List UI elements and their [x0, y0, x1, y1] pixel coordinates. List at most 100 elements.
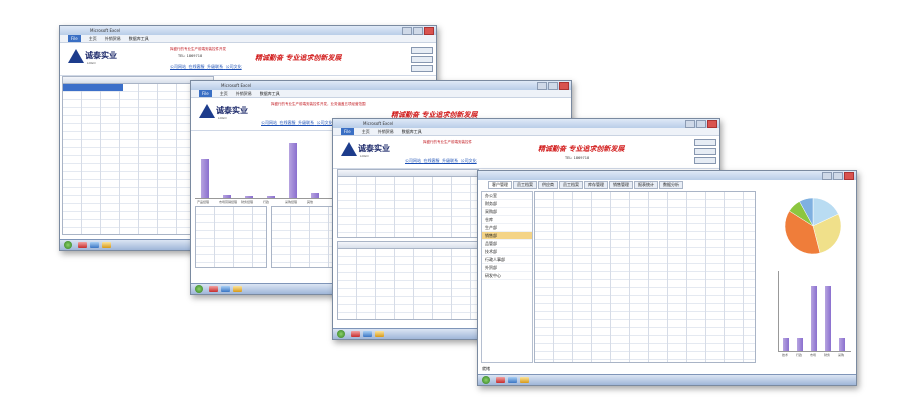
start-orb-icon[interactable] — [64, 241, 72, 249]
minimize-button[interactable] — [822, 172, 832, 180]
tab-sales[interactable]: 销售管理 — [609, 181, 633, 189]
start-orb-icon[interactable] — [482, 376, 490, 384]
window-titlebar[interactable]: Microsoft Excel — [60, 26, 436, 35]
department-list[interactable]: 办公室 财务部 采购部 仓库 生产部 销售部 品管部 技术部 行政人事部 外贸部 研发中心 — [481, 191, 533, 363]
tab-reports[interactable]: 报表统计 — [634, 181, 658, 189]
start-orb-icon[interactable] — [195, 285, 203, 293]
taskbar-app-icon[interactable] — [209, 286, 218, 292]
tab-staff[interactable]: 员工档案 — [513, 181, 537, 189]
window-controls[interactable] — [822, 172, 854, 180]
side-button-2[interactable] — [694, 148, 716, 155]
menu-export[interactable]: 外销贸易 — [236, 90, 252, 97]
department-item[interactable]: 仓库 — [482, 216, 532, 224]
menu-home[interactable]: 主页 — [220, 90, 228, 97]
taskbar-app-icon[interactable] — [233, 286, 242, 292]
tab-inventory[interactable]: 库存管理 — [584, 181, 608, 189]
link-culture[interactable]: 公司文化 — [317, 120, 333, 125]
department-item[interactable]: 办公室 — [482, 192, 532, 200]
taskbar-app-icon[interactable] — [78, 242, 87, 248]
department-item[interactable]: 研发中心 — [482, 272, 532, 280]
close-button[interactable] — [559, 82, 569, 90]
minimize-button[interactable] — [402, 27, 412, 35]
window-controls[interactable] — [537, 82, 569, 90]
side-button-2[interactable] — [411, 56, 433, 63]
upper-grid[interactable] — [337, 176, 479, 238]
window-controls[interactable] — [402, 27, 434, 35]
menu-file[interactable]: File — [199, 90, 212, 97]
menu-export[interactable]: 外销贸易 — [105, 35, 121, 42]
menu-export[interactable]: 外销贸易 — [378, 128, 394, 135]
banner-side-buttons[interactable] — [411, 47, 433, 72]
minimize-button[interactable] — [685, 120, 695, 128]
tab-supplier[interactable]: 供应商 — [538, 181, 558, 189]
link-service[interactable]: 在线客服 — [280, 120, 296, 125]
maximize-button[interactable] — [548, 82, 558, 90]
link-culture[interactable]: 公司文化 — [226, 64, 242, 69]
department-item[interactable]: 技术部 — [482, 248, 532, 256]
taskbar-app-icon[interactable] — [496, 377, 505, 383]
maximize-button[interactable] — [696, 120, 706, 128]
tab-staff-2[interactable]: 员工档案 — [559, 181, 583, 189]
taskbar-app-icon[interactable] — [102, 242, 111, 248]
window-controls[interactable] — [685, 120, 717, 128]
link-upgrade[interactable]: 升级联系 — [207, 64, 223, 69]
close-button[interactable] — [424, 27, 434, 35]
side-button-1[interactable] — [411, 47, 433, 54]
selected-row[interactable] — [63, 84, 123, 91]
department-item[interactable]: 采购部 — [482, 208, 532, 216]
department-item[interactable]: 财务部 — [482, 200, 532, 208]
maximize-button[interactable] — [413, 27, 423, 35]
taskbar-app-icon[interactable] — [508, 377, 517, 383]
module-tabs[interactable]: 客户管理 员工档案 供应商 员工档案 库存管理 销售管理 报表统计 数据分析 — [488, 181, 683, 189]
summary-grid[interactable] — [195, 206, 267, 268]
ribbon-menu[interactable]: File 主页 外销贸易 数据库工具 — [60, 35, 436, 43]
start-orb-icon[interactable] — [337, 330, 345, 338]
side-button-1[interactable] — [694, 139, 716, 146]
taskbar-app-icon[interactable] — [221, 286, 230, 292]
tab-customer[interactable]: 客户管理 — [488, 181, 512, 189]
app-window-dashboard[interactable]: 客户管理 员工档案 供应商 员工档案 库存管理 销售管理 报表统计 数据分析 办… — [477, 170, 857, 386]
lower-grid[interactable] — [337, 248, 489, 320]
link-website[interactable]: 公司网站 — [170, 64, 186, 69]
taskbar-app-icon[interactable] — [351, 331, 360, 337]
minimize-button[interactable] — [537, 82, 547, 90]
menu-home[interactable]: 主页 — [362, 128, 370, 135]
link-website[interactable]: 公司网站 — [261, 120, 277, 125]
employee-grid[interactable] — [534, 191, 756, 363]
taskbar-app-icon[interactable] — [363, 331, 372, 337]
ribbon-menu[interactable]: File 主页 外销贸易 数据库工具 — [191, 90, 571, 98]
side-button-3[interactable] — [694, 157, 716, 164]
window-titlebar[interactable]: Microsoft Excel — [333, 119, 719, 128]
menu-file[interactable]: File — [68, 35, 81, 42]
bar-chart: 技术 行政 市场 财务 采购 — [778, 271, 851, 357]
department-item[interactable]: 销售部 — [482, 232, 532, 240]
link-culture[interactable]: 公司文化 — [461, 158, 477, 163]
taskbar-app-icon[interactable] — [90, 242, 99, 248]
department-item[interactable]: 品管部 — [482, 240, 532, 248]
close-button[interactable] — [707, 120, 717, 128]
link-website[interactable]: 公司网站 — [405, 158, 421, 163]
link-upgrade[interactable]: 升级联系 — [442, 158, 458, 163]
side-button-3[interactable] — [411, 65, 433, 72]
menu-home[interactable]: 主页 — [89, 35, 97, 42]
tab-analysis[interactable]: 数据分析 — [659, 181, 683, 189]
taskbar-app-icon[interactable] — [520, 377, 529, 383]
taskbar-app-icon[interactable] — [375, 331, 384, 337]
ribbon-menu[interactable]: File 主页 外销贸易 数据库工具 — [333, 128, 719, 136]
menu-file[interactable]: File — [341, 128, 354, 135]
window-titlebar[interactable]: Microsoft Excel — [191, 81, 571, 90]
maximize-button[interactable] — [833, 172, 843, 180]
window-titlebar[interactable] — [478, 171, 856, 180]
department-item[interactable]: 生产部 — [482, 224, 532, 232]
menu-db-tools[interactable]: 数据库工具 — [402, 128, 422, 135]
menu-db-tools[interactable]: 数据库工具 — [260, 90, 280, 97]
department-item[interactable]: 外贸部 — [482, 264, 532, 272]
bar-chart: 产品经理 市场营销经理 财务经理 行政 采购经理 其他 — [195, 133, 335, 204]
menu-db-tools[interactable]: 数据库工具 — [129, 35, 149, 42]
link-upgrade[interactable]: 升级联系 — [298, 120, 314, 125]
banner-side-buttons[interactable] — [694, 139, 716, 164]
department-item[interactable]: 行政人事部 — [482, 256, 532, 264]
link-service[interactable]: 在线客服 — [189, 64, 205, 69]
link-service[interactable]: 在线客服 — [424, 158, 440, 163]
close-button[interactable] — [844, 172, 854, 180]
